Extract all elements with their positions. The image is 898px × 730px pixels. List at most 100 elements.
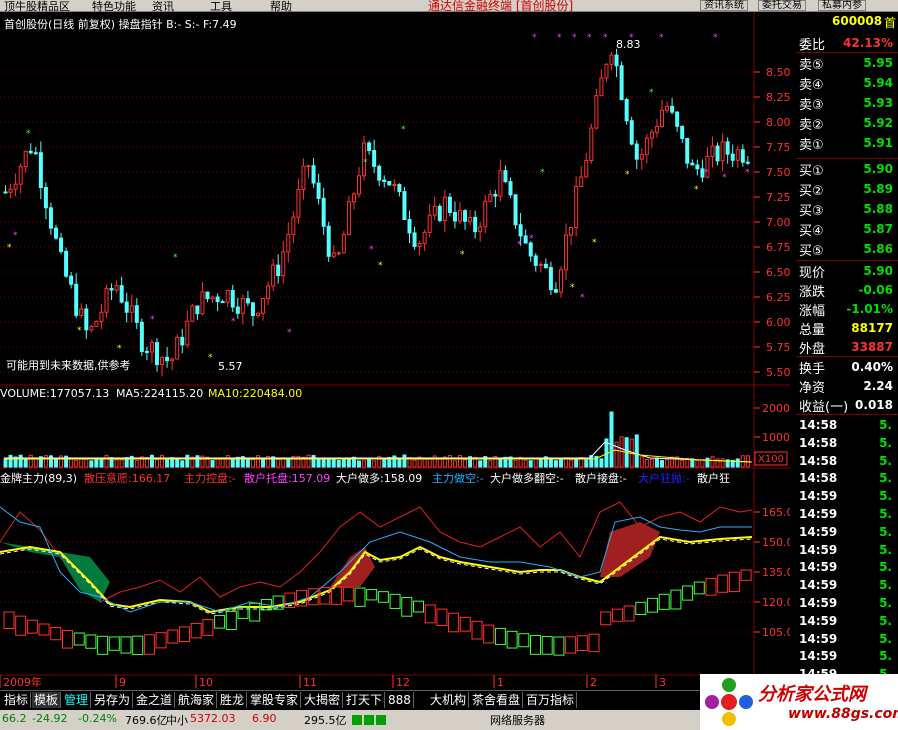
tab-5[interactable]: 航海家 [176, 692, 218, 708]
tab-4[interactable]: 金之道 [134, 692, 176, 708]
candle-body [538, 263, 543, 266]
watermark-url: www.88gs.com [788, 706, 898, 722]
volume-bar [382, 458, 387, 468]
volume-bar [548, 459, 553, 468]
volume-bar [316, 458, 321, 468]
tab-3[interactable]: 另存为 [92, 692, 134, 708]
candle-body [407, 219, 412, 234]
volume-bar [695, 459, 700, 468]
trade-button[interactable]: 委托交易 [758, 0, 806, 11]
tab-2[interactable]: 管理 [62, 692, 92, 708]
candle-body [89, 325, 94, 331]
candle-body [564, 234, 569, 271]
status-board: 中小 [166, 714, 188, 727]
indicator-tick-label: 150.0 [762, 536, 790, 549]
volume-bar [412, 459, 417, 468]
buy-row-label: 买① [799, 164, 824, 179]
tick-price: 5. [879, 435, 892, 450]
volume-bar [250, 459, 255, 468]
candle-body [129, 305, 134, 313]
tab-0[interactable]: 指标 [2, 692, 32, 708]
candle-body [109, 288, 114, 291]
watermark-title: 分析家公式网 [758, 684, 866, 705]
tick-price: 5. [879, 613, 892, 628]
volume-bar [321, 458, 326, 468]
candle-body [654, 125, 659, 133]
indicator-tick-label: 135.0 [762, 566, 790, 579]
price-tick-label: 6.50 [766, 266, 790, 279]
candle-body [417, 242, 422, 247]
indicator-legend-item: 散户狂 [697, 471, 730, 485]
volume-bar [215, 457, 220, 468]
indicator-legend-item: 散户接盘:- [575, 471, 627, 485]
signal-marker: * [745, 168, 750, 178]
candle-body [685, 137, 690, 164]
news-system-button[interactable]: 资讯系统 [700, 0, 748, 11]
candle-body [165, 356, 170, 362]
signal-marker: * [603, 33, 608, 43]
candle-body [74, 283, 79, 316]
tab-11[interactable]: 大机构 [428, 692, 470, 708]
signal-marker: * [592, 238, 597, 248]
volume-bar [155, 459, 159, 468]
candle-body [392, 184, 397, 187]
sell-row-label: 卖④ [799, 78, 824, 93]
candle-body [79, 308, 84, 316]
tick-time: 14:59 [799, 613, 838, 628]
quote-panel: 600008 首 委比 42.13% 卖⑤ 5.95 卖④ 5.94 卖③ 5.93 卖② 5… [796, 12, 898, 688]
tick-price: 5. [879, 649, 892, 664]
volume-bar [720, 458, 725, 468]
candle-body [372, 149, 377, 167]
volume-bar [210, 460, 215, 468]
candle-body [468, 216, 473, 222]
stat2-row-value: 0.40% [851, 360, 893, 374]
volume-bar [422, 458, 427, 468]
candle-body [38, 152, 43, 189]
volume-bar [48, 455, 53, 468]
price-tick-label: 8.25 [766, 91, 790, 104]
tab-8[interactable]: 大揭密 [302, 692, 344, 708]
volume-bar [69, 458, 74, 468]
chart-area[interactable]: 首创股份(日线 前复权) 操盘指针 B:- S:- F:7.49 可能用到未来数… [0, 12, 790, 688]
candle-body [235, 306, 240, 314]
candle-body [357, 175, 361, 195]
sell-row-value: 5.95 [863, 56, 893, 70]
volume-bar [478, 460, 483, 468]
tab-6[interactable]: 胜龙 [218, 692, 248, 708]
candle-body [483, 200, 488, 228]
tick-time: 14:59 [799, 560, 838, 575]
candle-body [629, 120, 634, 145]
stat-row-label: 涨幅 [799, 304, 826, 319]
tab-9[interactable]: 打天下 [344, 692, 386, 708]
candle-body [715, 145, 720, 162]
tab-1[interactable]: 模板 [32, 692, 62, 708]
date-tick-label: 9 [119, 676, 126, 688]
candle-body [649, 131, 654, 139]
tick-time: 14:59 [799, 631, 838, 646]
tick-time: 14:59 [799, 524, 838, 539]
candle-body [149, 342, 154, 353]
tab-10[interactable]: 888 [386, 692, 414, 708]
signal-marker: * [722, 173, 727, 183]
buy-row-label: 买⑤ [799, 244, 824, 259]
candle-body [351, 193, 356, 203]
signal-marker: * [570, 283, 575, 293]
candle-body [523, 235, 528, 244]
volume-bar [331, 459, 336, 468]
tick-time: 14:58 [799, 435, 838, 450]
indicator-tick-label: 165.0 [762, 506, 790, 519]
status-change1: -24.92 [32, 712, 68, 725]
menu-bar: 顶牛股精品区 特色功能 资讯 工具 帮助 通达信金融终端 [首创股份] 资讯系统… [0, 0, 898, 13]
private-report-button[interactable]: 私募内参 [818, 0, 866, 11]
tab-12[interactable]: 茶舍看盘 [470, 692, 524, 708]
candle-body [291, 216, 296, 235]
candle-body [124, 301, 129, 313]
tab-7[interactable]: 掌股专家 [248, 692, 302, 708]
tab-13[interactable]: 百万指标 [524, 692, 578, 708]
candle-body [301, 165, 306, 191]
volume-header-ma10: MA10:220484.00 [208, 387, 302, 400]
candle-body [553, 289, 558, 293]
volume-bar [245, 458, 250, 468]
volume-bar [104, 454, 109, 468]
candle-body [458, 210, 462, 222]
